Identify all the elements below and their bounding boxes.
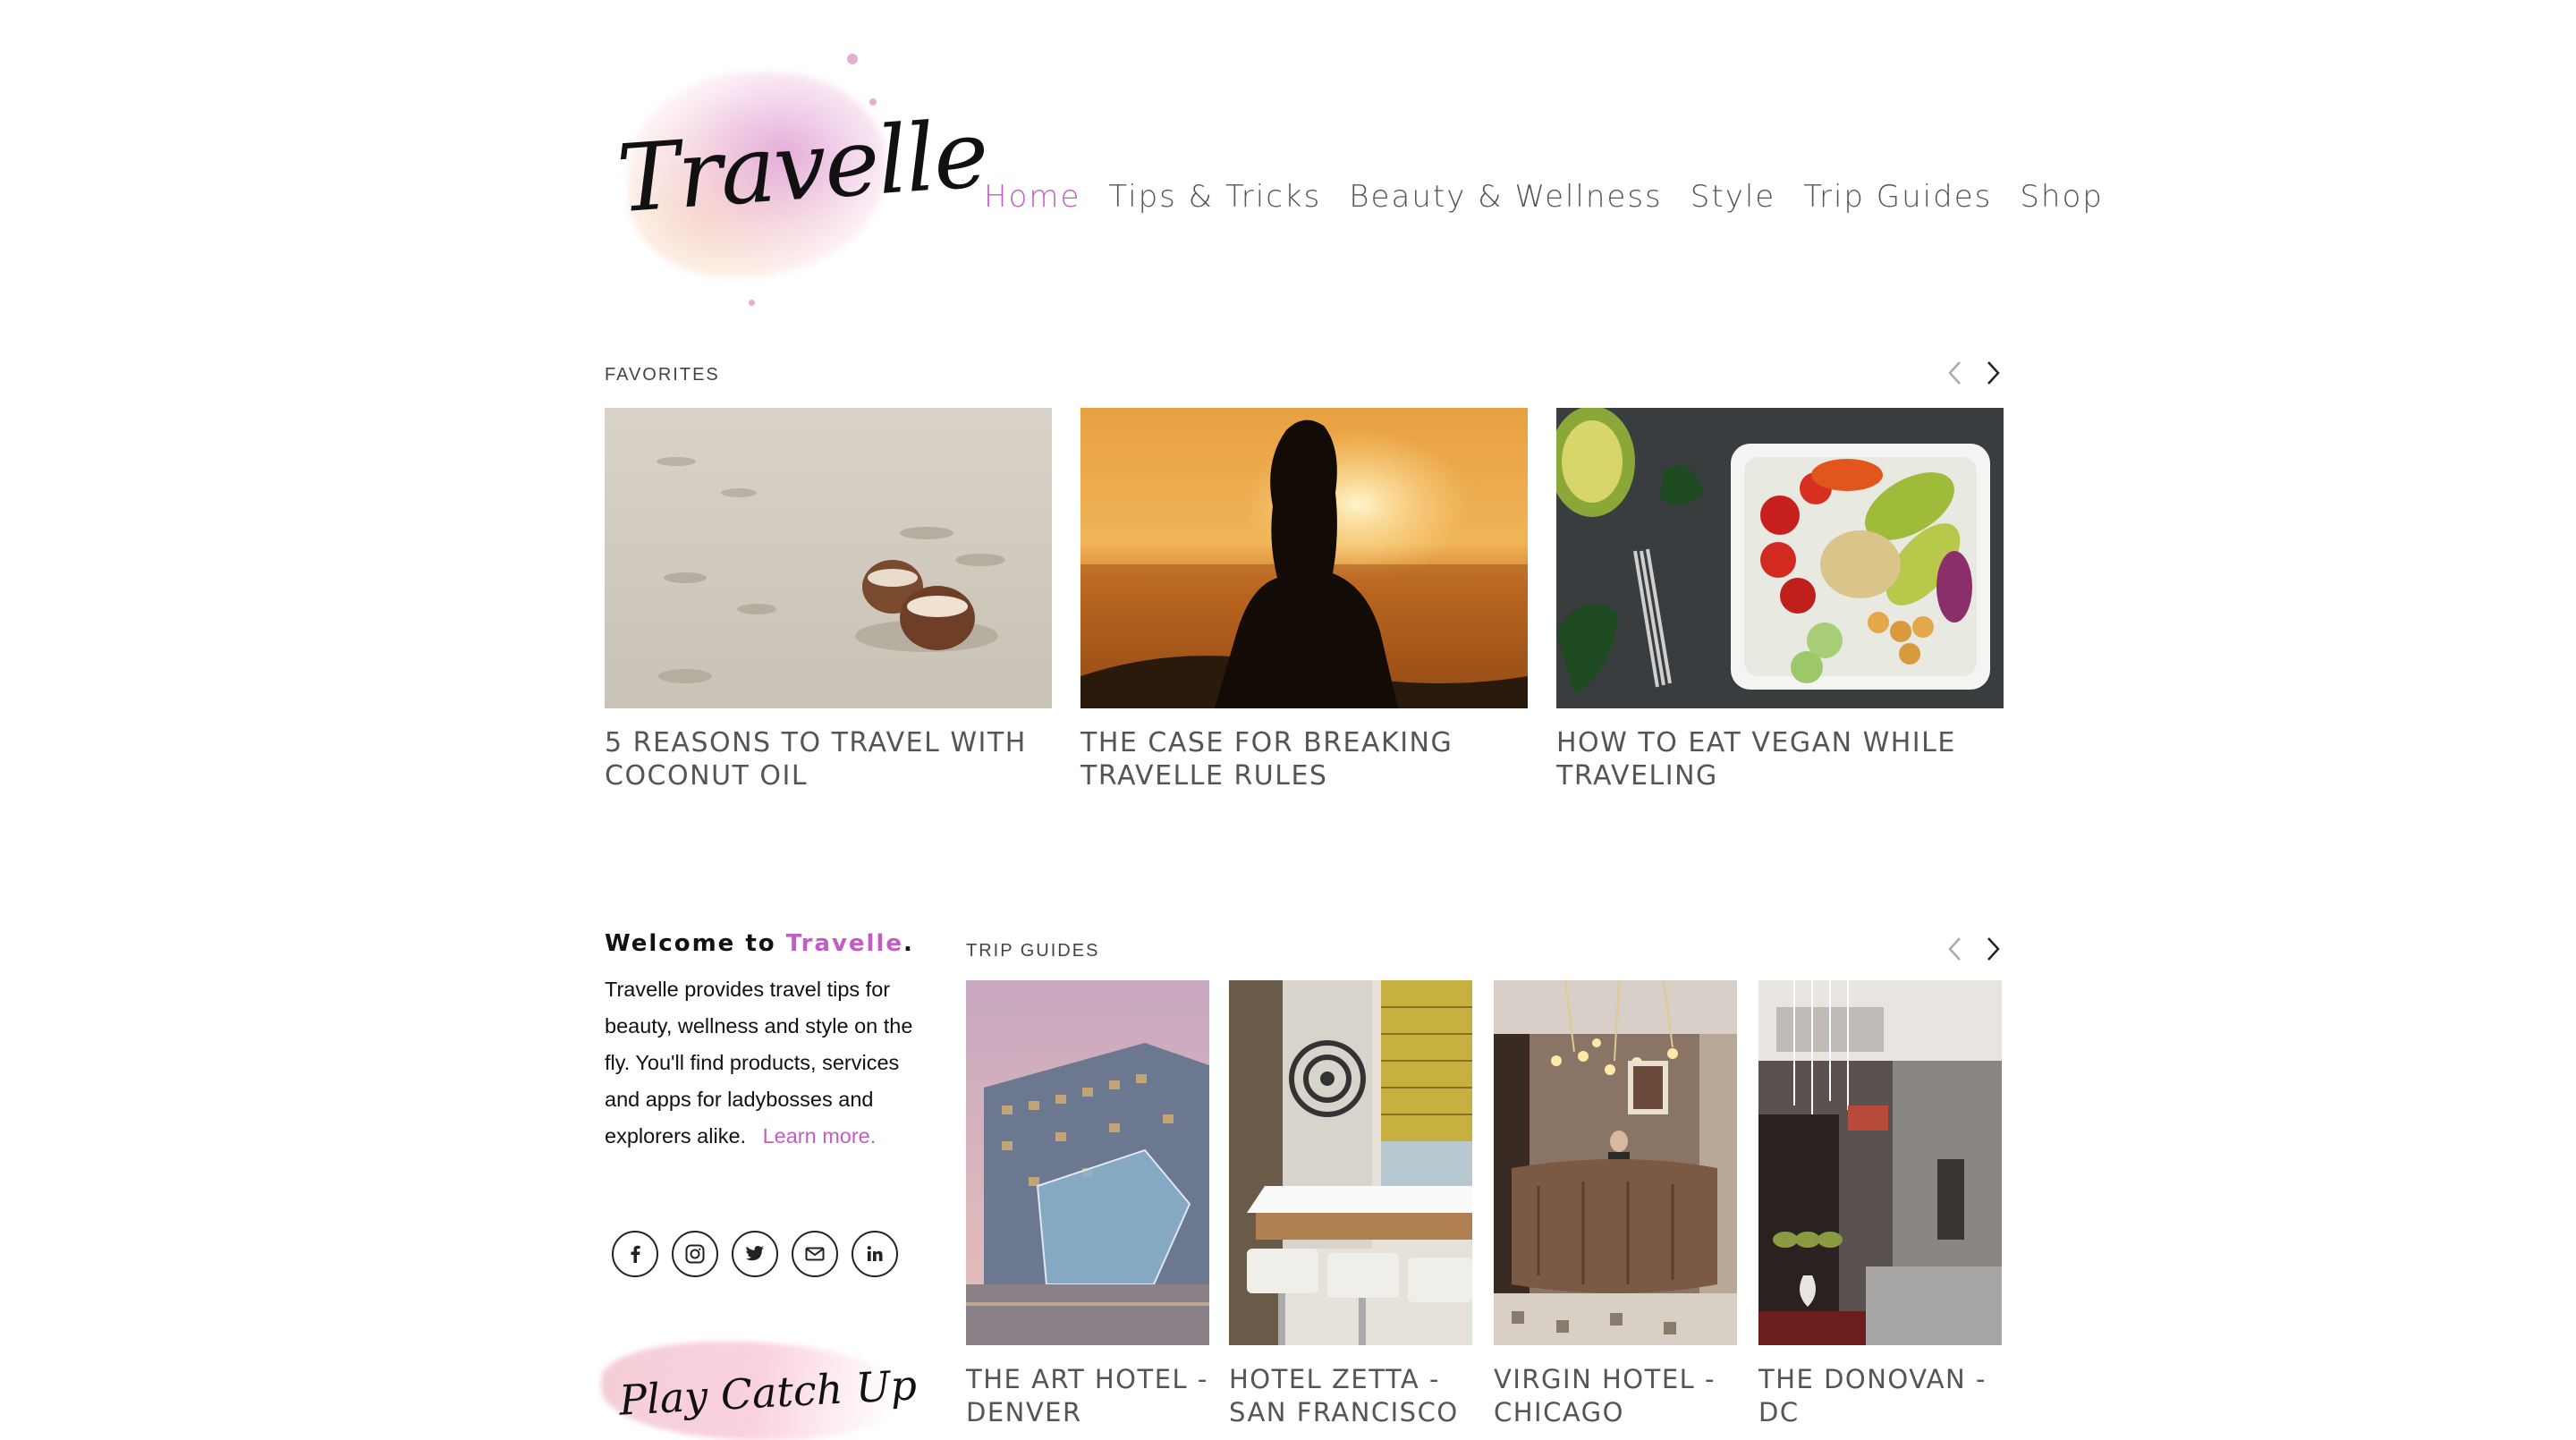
trip-guides-label: TRIP GUIDES [966,941,1100,961]
welcome-heading-suffix: . [903,930,914,957]
welcome-heading: Welcome to Travelle. [605,930,914,957]
logo-splatter-dot [847,54,858,64]
chevron-right-icon [1987,361,2000,385]
trip-guide-card-title[interactable]: VIRGIN HOTEL - CHICAGO [1494,1363,1753,1429]
welcome-heading-brand: Travelle [785,930,903,957]
facebook-button[interactable] [612,1231,658,1277]
logo-splatter-dot [869,98,877,106]
hotel-zetta-image [1229,980,1472,1345]
chevron-right-icon [1987,937,2000,961]
welcome-body: Travelle provides travel tips for beauty… [605,971,927,1155]
trip-guide-card-image[interactable] [1494,979,1737,1345]
nav-item-style[interactable]: Style [1690,179,1775,215]
email-icon [805,1247,825,1261]
favorites-next-button[interactable] [1984,360,2002,392]
favorite-card-image[interactable] [1549,406,2004,708]
logo-splatter-dot [749,300,755,306]
logo[interactable]: Travelle [601,27,990,306]
linkedin-icon [867,1246,883,1261]
virgin-hotel-image [1494,979,1737,1345]
favorite-card-image[interactable] [1080,408,1528,708]
play-catch-up-banner[interactable]: Play Catch Up [601,1333,923,1440]
vegan-bowl-image [1549,406,2004,708]
beach-coconuts-image [605,408,1052,708]
chevron-left-icon [1948,361,1961,385]
linkedin-button[interactable] [852,1231,898,1277]
favorites-label: FAVORITES [605,365,720,385]
trip-guide-card-image[interactable] [1758,980,2002,1345]
facebook-icon [631,1245,640,1263]
trip-guide-card-title[interactable]: THE DONOVAN - DC [1758,1363,2018,1429]
favorite-card-title[interactable]: THE CASE FOR BREAKING TRAVELLE RULES [1080,726,1528,792]
instagram-button[interactable] [672,1231,718,1277]
email-button[interactable] [792,1231,838,1277]
art-hotel-image [966,980,1209,1345]
main-nav: Home Tips & Tricks Beauty & Wellness Sty… [984,179,2104,215]
social-links [612,1231,898,1277]
welcome-text: Travelle provides travel tips for beauty… [605,978,913,1148]
trip-guide-card-title[interactable]: HOTEL ZETTA - SAN FRANCISCO [1229,1363,1488,1429]
trip-guides-next-button[interactable] [1984,936,2002,968]
nav-item-beauty-wellness[interactable]: Beauty & Wellness [1349,179,1662,215]
trip-guide-card-image[interactable] [966,980,1209,1345]
sunset-silhouette-image [1080,408,1528,708]
favorite-card-title[interactable]: 5 REASONS TO TRAVEL WITH COCONUT OIL [605,726,1052,792]
nav-item-home[interactable]: Home [984,179,1080,215]
nav-item-trip-guides[interactable]: Trip Guides [1803,179,1992,215]
trip-guide-card-title[interactable]: THE ART HOTEL - DENVER [966,1363,1225,1429]
donovan-hotel-image [1758,980,2002,1345]
favorite-card-title[interactable]: HOW TO EAT VEGAN WHILE TRAVELING [1556,726,2004,792]
chevron-left-icon [1948,937,1961,961]
nav-item-tips-tricks[interactable]: Tips & Tricks [1108,179,1321,215]
welcome-heading-prefix: Welcome to [605,930,786,957]
twitter-icon [745,1246,764,1261]
trip-guides-prev-button[interactable] [1946,936,1964,968]
learn-more-link[interactable]: Learn more. [763,1124,877,1148]
nav-item-shop[interactable]: Shop [2020,179,2104,215]
trip-guide-card-image[interactable] [1229,980,1472,1345]
twitter-button[interactable] [732,1231,778,1277]
instagram-icon [685,1244,705,1264]
favorites-prev-button[interactable] [1946,360,1964,392]
favorite-card-image[interactable] [605,408,1052,708]
